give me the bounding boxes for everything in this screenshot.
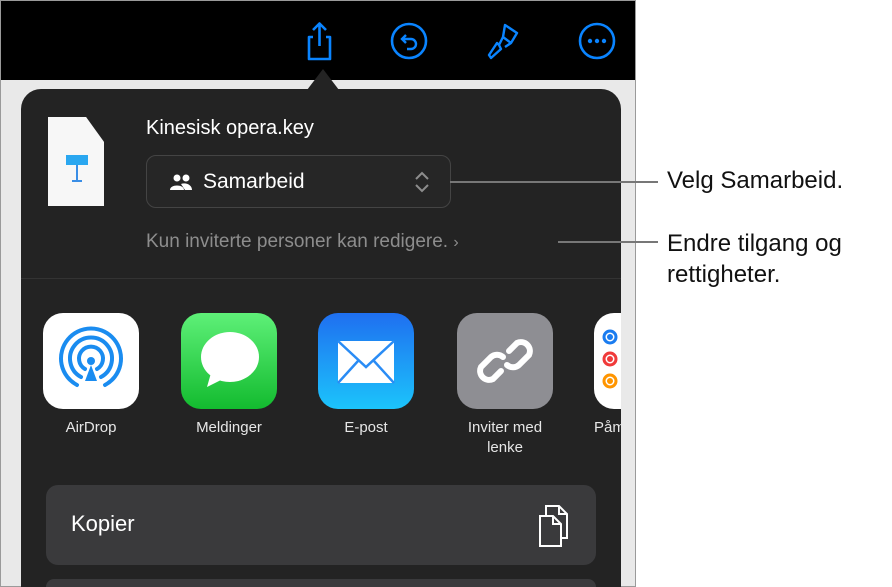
file-name: Kinesisk opera.key <box>146 117 314 139</box>
people-icon <box>170 174 192 190</box>
app-reminders[interactable]: Påm <box>594 313 621 438</box>
airdrop-icon <box>43 313 139 409</box>
more-button[interactable] <box>577 21 617 61</box>
messages-icon <box>181 313 277 409</box>
share-button[interactable] <box>299 21 339 61</box>
app-messages[interactable]: Meldinger <box>181 313 277 438</box>
reminders-icon <box>594 313 621 409</box>
app-label: AirDrop <box>65 419 117 436</box>
mail-icon <box>318 313 414 409</box>
app-invite-link[interactable]: Inviter med lenke <box>457 313 553 458</box>
more-icon <box>578 22 616 60</box>
keynote-icon <box>66 155 88 182</box>
collaboration-select[interactable]: Samarbeid <box>146 155 451 208</box>
app-mail[interactable]: E-post <box>318 313 414 438</box>
chevron-updown-icon <box>415 171 429 193</box>
app-label: Påm <box>594 419 621 436</box>
chevron-right-icon: › <box>453 234 459 251</box>
app-label: E-post <box>344 419 388 436</box>
callout-collab: Velg Samarbeid. <box>667 167 844 194</box>
format-brush-icon <box>487 23 519 60</box>
divider <box>21 278 621 279</box>
share-icon <box>307 22 332 61</box>
document-thumbnail <box>48 117 104 206</box>
link-icon <box>457 313 553 409</box>
popover-arrow <box>307 69 339 90</box>
undo-button[interactable] <box>389 21 429 61</box>
share-sheet: Kinesisk opera.key Samarbeid Kun inviter… <box>21 89 621 587</box>
app-airdrop[interactable]: AirDrop <box>43 313 139 438</box>
collaboration-value: Samarbeid <box>203 169 305 193</box>
app-screenshot: Kinesisk opera.key Samarbeid Kun inviter… <box>0 0 636 587</box>
copy-icon <box>539 505 568 547</box>
callout-line <box>558 241 658 243</box>
callout-access: Endre tilgang og rettigheter. <box>667 230 842 288</box>
app-label: Meldinger <box>196 419 262 436</box>
format-button[interactable] <box>485 21 525 61</box>
undo-icon <box>390 22 428 60</box>
app-label: Inviter med lenke <box>467 419 543 456</box>
copy-label: Kopier <box>71 511 135 536</box>
access-text: Kun inviterte personer kan redigere. <box>146 231 449 252</box>
callout-line <box>450 181 658 183</box>
copy-button[interactable]: Kopier <box>46 485 596 565</box>
next-action[interactable] <box>46 579 596 587</box>
access-settings-link[interactable]: Kun inviterte personer kan redigere. › <box>146 231 459 253</box>
